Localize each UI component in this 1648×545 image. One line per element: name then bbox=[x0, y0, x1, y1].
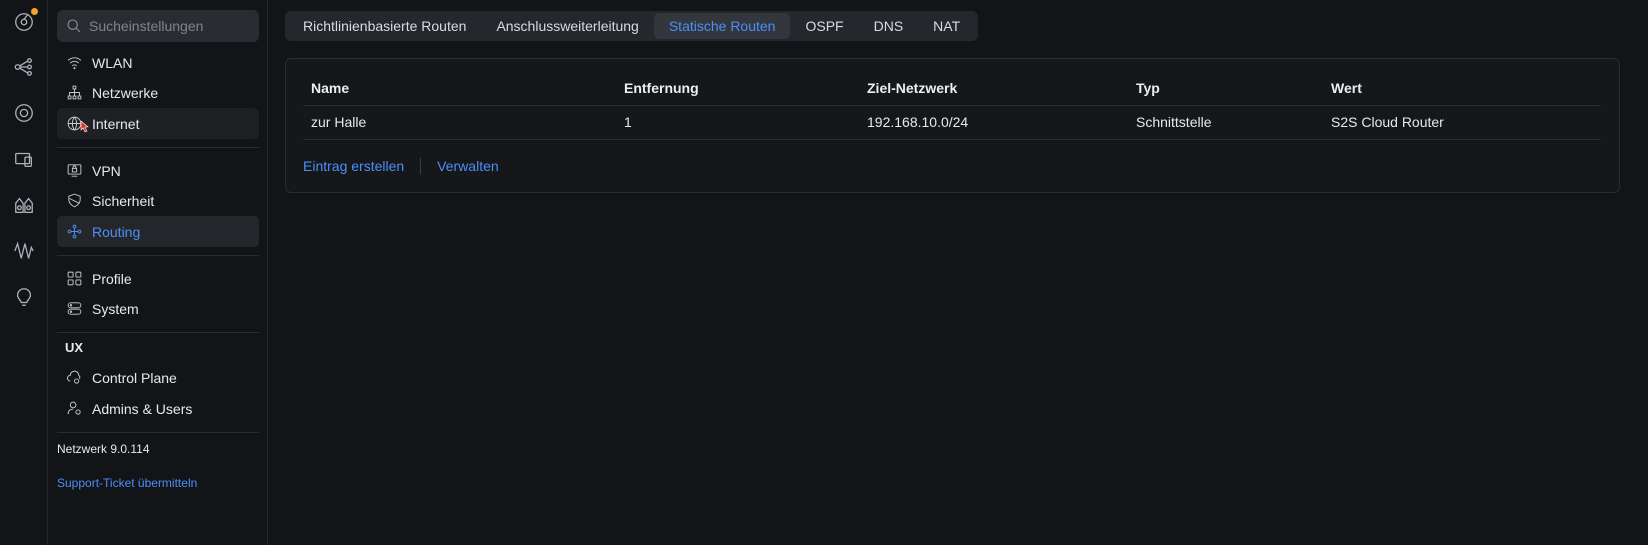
dashboard-icon[interactable] bbox=[12, 8, 38, 34]
sidebar-item-profile[interactable]: Profile bbox=[57, 263, 259, 294]
sidebar-divider bbox=[57, 255, 259, 256]
search-box[interactable] bbox=[57, 10, 259, 42]
column-header-typ[interactable]: Typ bbox=[1128, 71, 1323, 106]
sidebar-divider bbox=[57, 147, 259, 148]
topology-icon[interactable] bbox=[12, 55, 36, 79]
create-entry-link[interactable]: Eintrag erstellen bbox=[303, 158, 404, 174]
notification-dot bbox=[31, 8, 38, 15]
manage-link[interactable]: Verwalten bbox=[437, 158, 498, 174]
shield-icon bbox=[65, 192, 83, 210]
cell-wert: S2S Cloud Router bbox=[1323, 105, 1601, 140]
sidebar-item-label: VPN bbox=[92, 162, 121, 179]
version-label: Netzwerk 9.0.114 bbox=[57, 442, 150, 456]
section-label-ux: UX bbox=[65, 340, 84, 355]
cell-entfernung: 1 bbox=[616, 105, 859, 140]
sidebar-item-wlan[interactable]: WLAN bbox=[57, 47, 259, 78]
alerts-icon[interactable] bbox=[12, 285, 36, 309]
sidebar-item-system[interactable]: System bbox=[57, 293, 259, 324]
action-separator bbox=[420, 158, 422, 174]
sidebar-item-label: Profile bbox=[92, 270, 132, 287]
support-ticket-link[interactable]: Support-Ticket übermitteln bbox=[57, 476, 197, 490]
pointer-cursor-icon bbox=[80, 121, 89, 133]
sidebar-item-label: WLAN bbox=[92, 54, 133, 71]
devices-icon[interactable] bbox=[12, 101, 36, 125]
column-header-name[interactable]: Name bbox=[303, 71, 616, 106]
tab-dns[interactable]: DNS bbox=[859, 13, 919, 39]
column-header-wert[interactable]: Wert bbox=[1323, 71, 1601, 106]
sidebar-item-admins-users[interactable]: Admins & Users bbox=[57, 393, 259, 424]
static-routes-panel: Name Entfernung Ziel-Netzwerk Typ Wert z… bbox=[285, 58, 1620, 193]
sidebar-item-label: Netzwerke bbox=[92, 84, 159, 101]
clients-icon[interactable] bbox=[12, 147, 36, 171]
sidebar-item-label: System bbox=[92, 300, 139, 317]
wifi-icon bbox=[65, 54, 83, 72]
routing-tabs: Richtlinienbasierte Routen Anschlussweit… bbox=[285, 11, 979, 41]
cell-ziel-netzwerk: 192.168.10.0/24 bbox=[859, 105, 1128, 140]
search-icon bbox=[67, 19, 81, 33]
sidebar-item-label: Sicherheit bbox=[92, 192, 155, 209]
sidebar-item-label: Internet bbox=[92, 115, 140, 132]
tab-richtlinienbasierte-routen[interactable]: Richtlinienbasierte Routen bbox=[288, 13, 481, 39]
sidebar-item-routing[interactable]: Routing bbox=[57, 216, 259, 247]
cell-typ: Schnittstelle bbox=[1128, 105, 1323, 140]
sidebar-divider bbox=[57, 332, 259, 333]
sidebar-item-label: Admins & Users bbox=[92, 400, 193, 417]
icon-rail bbox=[0, 0, 48, 545]
system-icon bbox=[65, 300, 83, 318]
table-row[interactable]: zur Halle 1 192.168.10.0/24 Schnittstell… bbox=[303, 105, 1601, 140]
sidebar-item-label: Control Plane bbox=[92, 369, 177, 386]
sidebar-divider bbox=[57, 432, 259, 433]
table-header-row: Name Entfernung Ziel-Netzwerk Typ Wert bbox=[303, 71, 1601, 106]
tab-ospf[interactable]: OSPF bbox=[790, 13, 858, 39]
settings-sidebar: WLAN Netzwerke Internet VPN Sicherheit R… bbox=[48, 0, 268, 545]
user-gear-icon bbox=[65, 400, 83, 418]
profiles-icon bbox=[65, 270, 83, 288]
tab-anschlussweiterleitung[interactable]: Anschlussweiterleitung bbox=[481, 13, 653, 39]
insights-icon[interactable] bbox=[12, 193, 36, 217]
vpn-icon bbox=[65, 162, 83, 180]
cell-name: zur Halle bbox=[303, 105, 616, 140]
column-header-entfernung[interactable]: Entfernung bbox=[616, 71, 859, 106]
network-tree-icon bbox=[65, 84, 83, 102]
search-input[interactable] bbox=[89, 18, 259, 34]
column-header-ziel-netzwerk[interactable]: Ziel-Netzwerk bbox=[859, 71, 1128, 106]
sidebar-item-vpn[interactable]: VPN bbox=[57, 155, 259, 186]
tab-statische-routen[interactable]: Statische Routen bbox=[653, 13, 791, 39]
cloud-gear-icon bbox=[65, 369, 83, 387]
statistics-icon[interactable] bbox=[12, 239, 36, 263]
routing-icon bbox=[65, 223, 83, 241]
sidebar-item-label: Routing bbox=[92, 223, 141, 240]
sidebar-item-control-plane[interactable]: Control Plane bbox=[57, 362, 259, 393]
tab-nat[interactable]: NAT bbox=[918, 13, 975, 39]
sidebar-item-sicherheit[interactable]: Sicherheit bbox=[57, 185, 259, 216]
static-routes-table: Name Entfernung Ziel-Netzwerk Typ Wert z… bbox=[303, 71, 1601, 140]
panel-actions: Eintrag erstellen Verwalten bbox=[303, 158, 499, 174]
sidebar-item-netzwerke[interactable]: Netzwerke bbox=[57, 77, 259, 108]
